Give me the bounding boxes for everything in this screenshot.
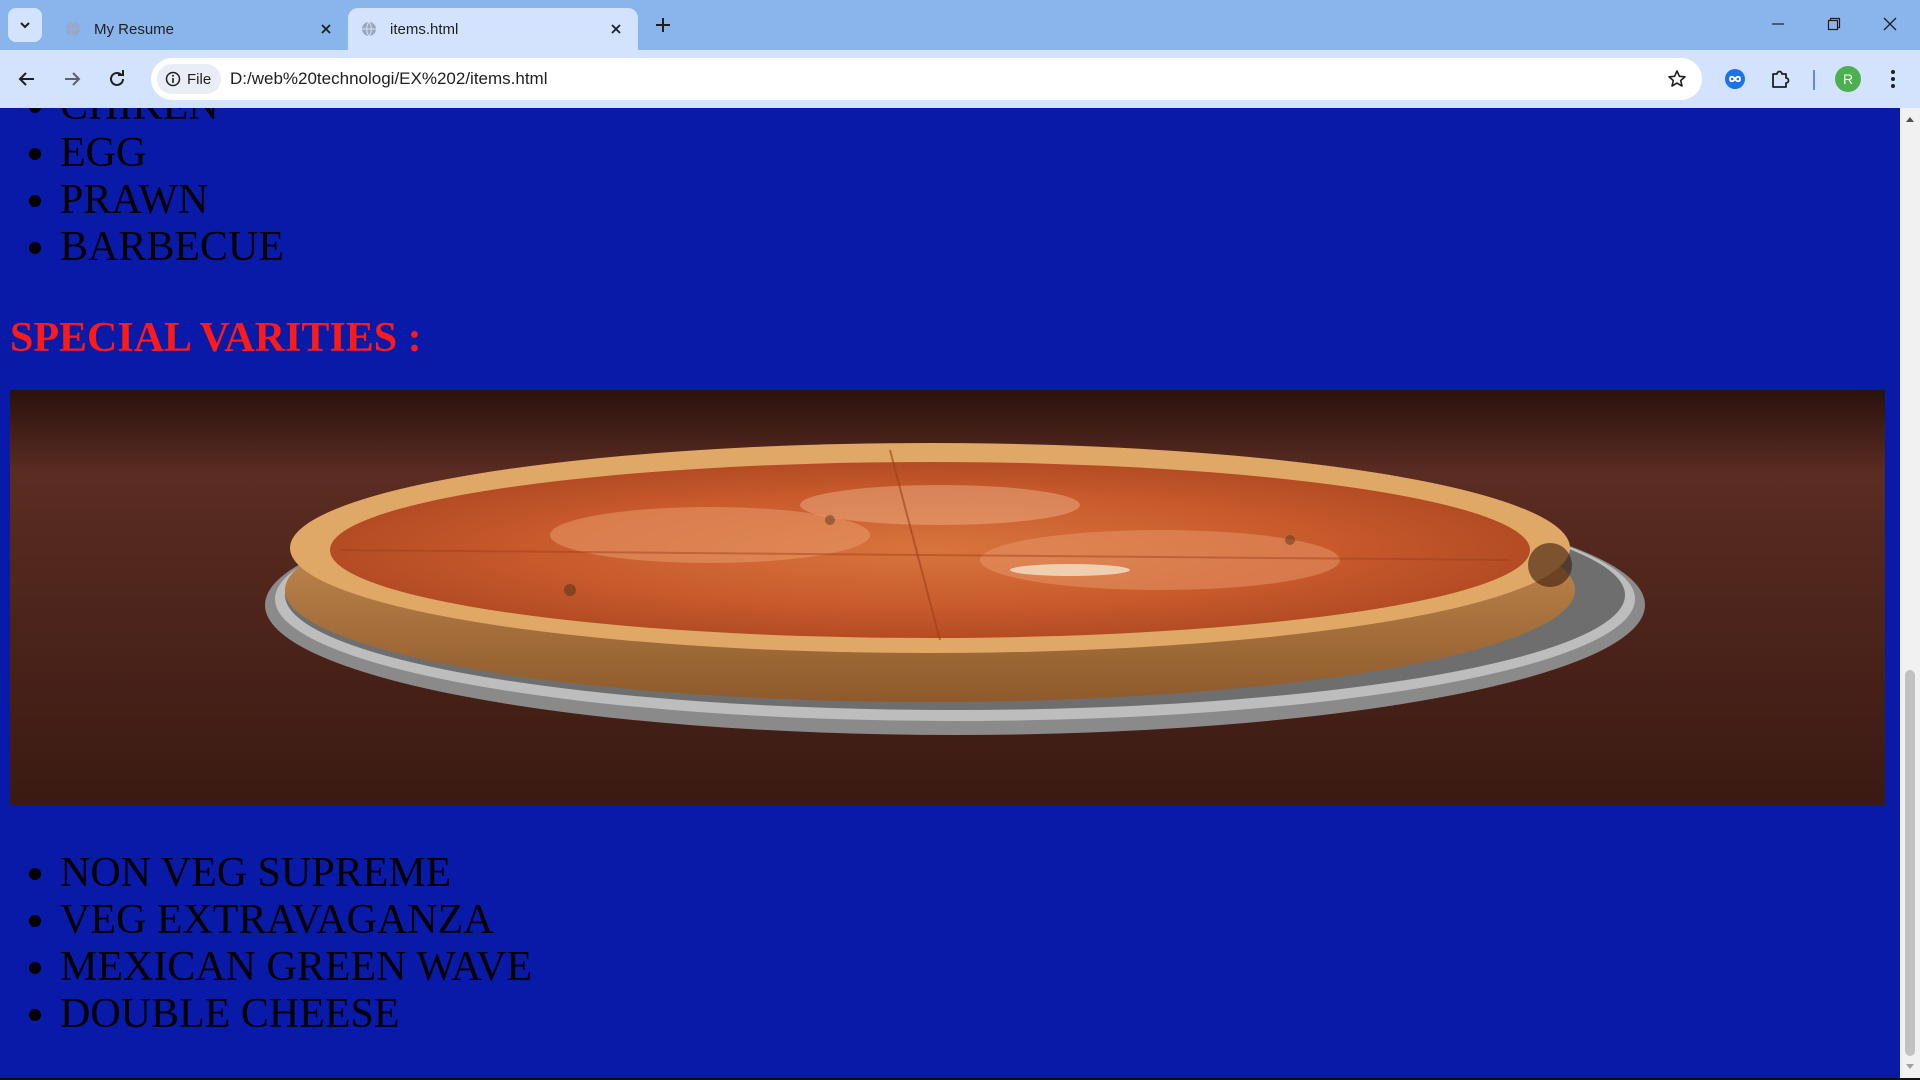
scroll-up-arrow-icon[interactable]	[1900, 110, 1920, 128]
plus-icon	[656, 18, 670, 32]
tab-title: items.html	[390, 20, 459, 38]
tab-search-button[interactable]	[8, 8, 42, 42]
tab-items[interactable]: items.html	[348, 8, 638, 50]
restore-icon	[1827, 17, 1841, 31]
address-bar[interactable]: File D:/web%20technologi/EX%202/items.ht…	[151, 58, 1702, 100]
menu-button[interactable]	[1876, 62, 1910, 96]
list-item: BARBECUE	[60, 224, 284, 271]
close-icon[interactable]	[314, 17, 338, 41]
list-item: VEG EXTRAVAGANZA	[60, 897, 532, 944]
special-varieties-list: NON VEG SUPREME VEG EXTRAVAGANZA MEXICAN…	[0, 850, 532, 1038]
browser-window: My Resume items.html File D:/web%20techn…	[0, 0, 1920, 1080]
page-viewport: CHIKEN EGG PRAWN BARBECUE SPECIAL VARITI…	[0, 108, 1900, 1078]
puzzle-icon	[1772, 70, 1790, 88]
close-icon[interactable]	[604, 17, 628, 41]
restore-button[interactable]	[1806, 0, 1862, 48]
minimize-button[interactable]	[1750, 0, 1806, 48]
list-item: PRAWN	[60, 177, 284, 224]
list-item: MEXICAN GREEN WAVE	[60, 944, 532, 991]
extension-button[interactable]	[1718, 62, 1752, 96]
tab-my-resume[interactable]: My Resume	[58, 8, 348, 50]
arrow-left-icon	[18, 72, 34, 86]
close-window-button[interactable]	[1862, 0, 1918, 48]
infinity-icon	[1725, 69, 1745, 89]
special-varieties-heading: SPECIAL VARITIES :	[10, 315, 422, 361]
chevron-down-icon	[20, 22, 30, 29]
site-chip-label: File	[187, 70, 212, 88]
profile-avatar[interactable]: R	[1835, 66, 1861, 92]
bookmark-button[interactable]	[1662, 64, 1692, 94]
browser-toolbar: File D:/web%20technologi/EX%202/items.ht…	[0, 50, 1920, 108]
toolbar-divider	[1813, 70, 1815, 90]
kebab-menu-icon	[1891, 70, 1895, 88]
scrollbar-thumb[interactable]	[1905, 670, 1915, 1056]
url-text[interactable]: D:/web%20technologi/EX%202/items.html	[230, 69, 548, 89]
close-icon	[1883, 17, 1897, 31]
new-tab-button[interactable]	[648, 10, 678, 40]
minimize-icon	[1772, 23, 1784, 25]
globe-icon	[64, 20, 82, 38]
tab-title: My Resume	[94, 20, 175, 38]
scroll-down-arrow-icon[interactable]	[1900, 1058, 1920, 1076]
star-icon	[1668, 70, 1686, 87]
globe-icon	[360, 20, 378, 38]
pizza-image	[10, 390, 1885, 805]
list-item: EGG	[60, 130, 284, 177]
tab-strip: My Resume items.html	[0, 0, 1920, 50]
nonveg-item-list: CHIKEN EGG PRAWN BARBECUE	[0, 108, 284, 271]
info-icon	[165, 71, 181, 87]
back-button[interactable]	[10, 62, 44, 96]
reload-button[interactable]	[100, 62, 134, 96]
forward-button[interactable]	[55, 62, 89, 96]
reload-icon	[110, 70, 124, 86]
list-item: DOUBLE CHEESE	[60, 991, 532, 1038]
site-info-chip[interactable]: File	[157, 64, 222, 94]
extensions-button[interactable]	[1763, 62, 1797, 96]
arrow-right-icon	[65, 72, 81, 86]
list-item: CHIKEN	[60, 108, 284, 130]
vertical-scrollbar[interactable]	[1900, 108, 1920, 1078]
list-item: NON VEG SUPREME	[60, 850, 532, 897]
